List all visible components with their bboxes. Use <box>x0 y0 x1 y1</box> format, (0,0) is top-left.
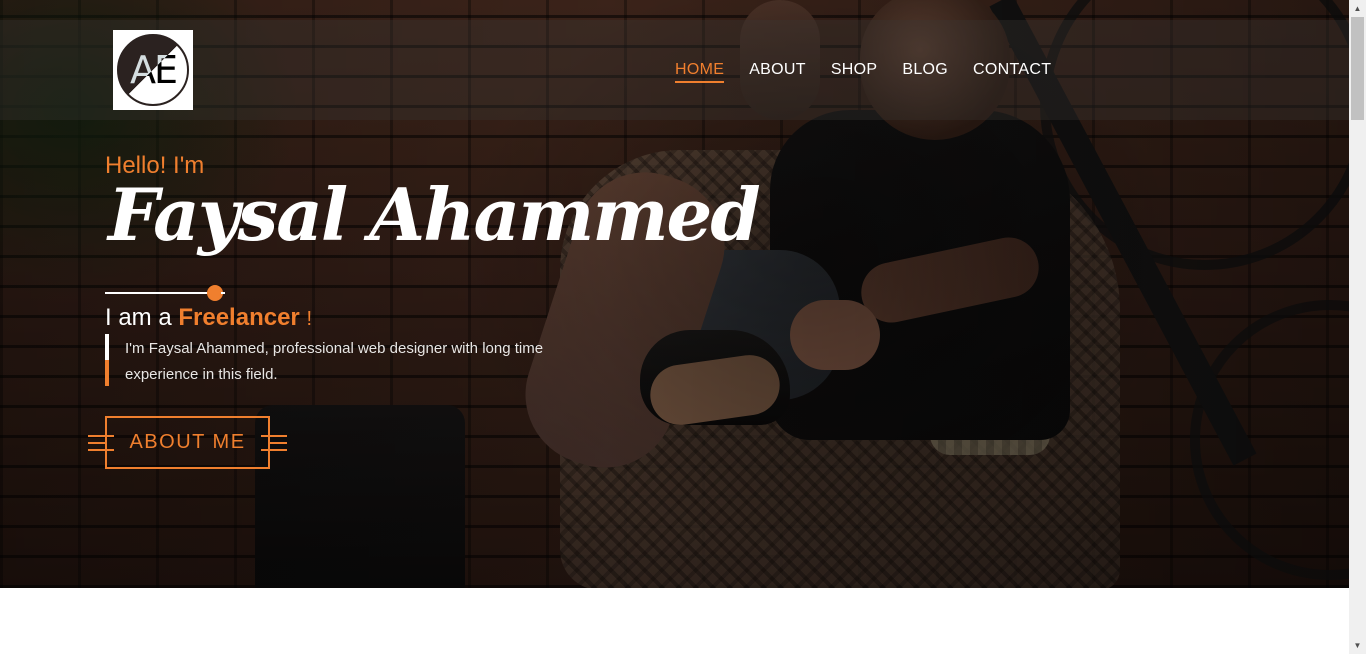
site-logo[interactable]: AE <box>113 30 193 110</box>
nav-item-about[interactable]: ABOUT <box>749 61 806 83</box>
logo-circle-icon: AE <box>117 34 189 106</box>
nav-item-home[interactable]: HOME <box>675 61 725 83</box>
logo-text: AE <box>129 48 178 92</box>
cta-deco-line-left-2 <box>88 442 106 444</box>
scroll-down-arrow-icon[interactable]: ▼ <box>1349 637 1366 654</box>
hero-divider-line <box>105 292 217 294</box>
hero-bio: I'm Faysal Ahammed, professional web des… <box>125 340 544 383</box>
scroll-up-arrow-icon[interactable]: ▲ <box>1349 0 1366 17</box>
scrollbar-thumb[interactable] <box>1351 17 1364 120</box>
nav-item-contact[interactable]: CONTACT <box>973 61 1051 83</box>
main-navigation: HOME ABOUT SHOP BLOG CONTACT <box>675 61 1076 83</box>
hero-role: I am a Freelancer ! <box>105 304 312 332</box>
nav-item-blog[interactable]: BLOG <box>902 61 948 83</box>
hero-name: Faysal Ahammed <box>108 172 761 257</box>
role-suffix: ! <box>306 308 312 330</box>
about-me-button[interactable]: ABOUT ME <box>105 416 270 469</box>
bio-quote-bar-accent <box>105 360 109 386</box>
hero-divider-tail <box>221 292 225 294</box>
role-prefix: I am a <box>105 304 179 331</box>
cta-deco-line-right-2 <box>269 442 287 444</box>
bio-quote-bar-white <box>105 334 109 360</box>
nav-item-shop[interactable]: SHOP <box>831 61 878 83</box>
hero-section: AE HOME ABOUT SHOP BLOG CONTACT Hello! I… <box>0 0 1349 588</box>
role-highlight: Freelancer <box>178 304 300 331</box>
